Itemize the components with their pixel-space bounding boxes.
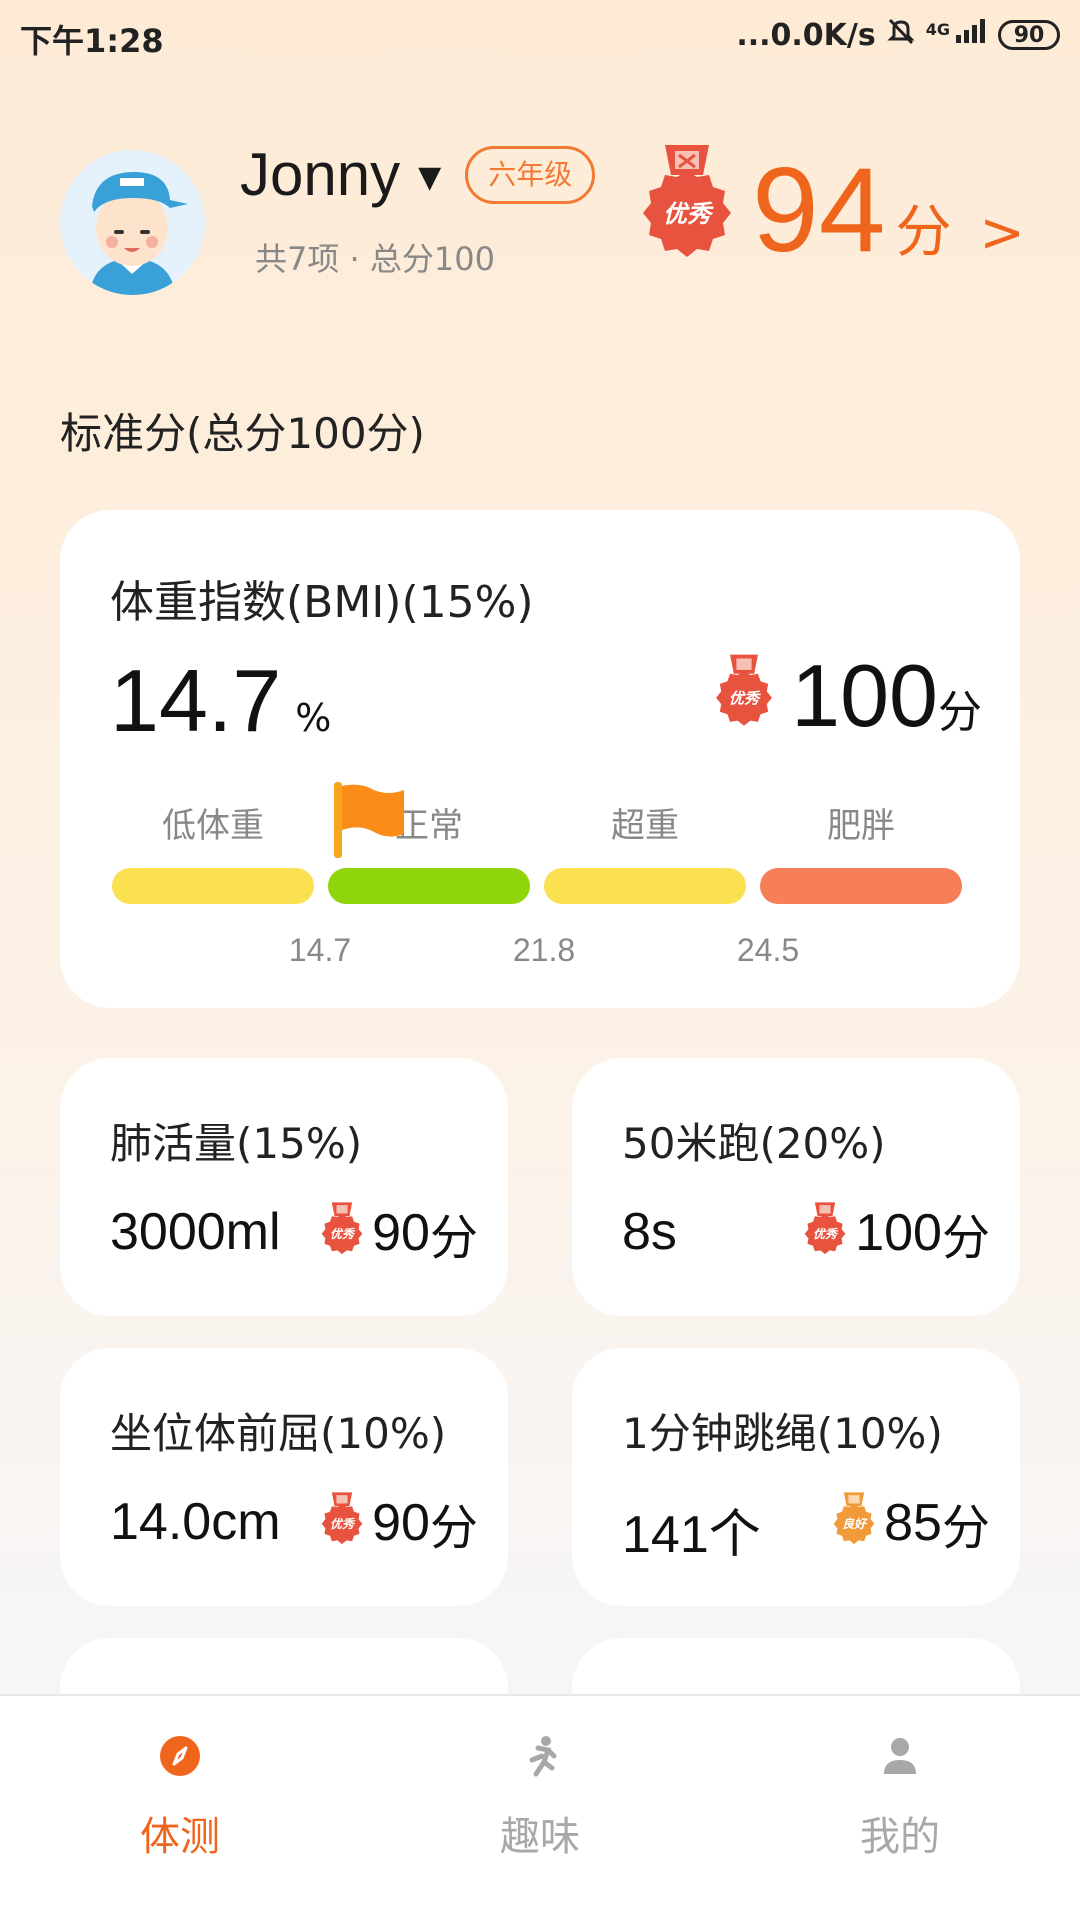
user-name[interactable]: Jonny [240,140,400,209]
scale-tick: 14.7 [288,932,352,968]
good-medal-icon: 良好 [830,1492,878,1554]
total-score[interactable]: 94 分 > [752,150,1025,270]
scale-bar-underweight [112,868,314,904]
item-value: 8s [622,1203,677,1261]
svg-text:良好: 良好 [842,1517,868,1531]
net-speed: ...0.0K/s [736,17,876,53]
item-score: 优秀 90 分 [318,1488,478,1558]
scale-bars [112,868,962,904]
item-score-unit: 分 [429,1210,478,1266]
excellent-medal-icon: 优秀 [318,1492,366,1554]
tab-fitness-test[interactable]: 体测 [90,1734,270,1862]
scale-tick: 21.8 [512,932,576,968]
item-card-lung-capacity[interactable]: 肺活量(15%) 3000ml 优秀 90 分 [60,1058,508,1316]
compass-icon [90,1734,270,1782]
user-summary: 共7项 · 总分100 [255,240,495,278]
battery-icon: 90 [998,20,1060,50]
tab-label: 我的 [860,1814,940,1860]
running-icon [450,1734,630,1782]
total-score-unit: 分 [895,200,952,265]
scale-bar-normal [328,868,530,904]
tab-label: 体测 [140,1814,220,1860]
tab-fun[interactable]: 趣味 [450,1734,630,1862]
avatar[interactable] [60,150,205,295]
svg-text:优秀: 优秀 [663,200,714,228]
excellent-medal-icon: 优秀 [635,145,739,273]
item-title: 50米跑(20%) [622,1119,886,1168]
bmi-score-value: 100 [791,646,938,745]
excellent-medal-icon: 优秀 [801,1202,849,1264]
item-score: 优秀 90 分 [318,1198,478,1268]
item-card-sit-and-reach[interactable]: 坐位体前屈(10%) 14.0cm 优秀 90 分 [60,1348,508,1606]
item-score-value: 90 [372,1494,430,1552]
scale-label-overweight: 超重 [611,806,679,846]
bmi-value-number: 14.7 [110,651,282,750]
bmi-score-unit: 分 [938,687,982,738]
svg-text:优秀: 优秀 [729,690,761,708]
item-value: 14.0cm [110,1493,281,1551]
caret-down-icon[interactable]: ▼ [418,160,441,195]
chevron-right-icon[interactable]: > [979,201,1024,264]
item-score-value: 90 [372,1204,430,1262]
bmi-card[interactable]: 体重指数(BMI)(15%) 14.7 % 优秀 100 分 低体重 正常 超重… [60,510,1020,1008]
bmi-value-unit: % [295,696,332,740]
bmi-title: 体重指数(BMI)(15%) [110,577,534,628]
item-value: 3000ml [110,1203,281,1261]
bottom-tab-bar: 体测 趣味 我的 [0,1694,1080,1920]
item-score-unit: 分 [429,1500,478,1556]
svg-text:优秀: 优秀 [330,1517,356,1531]
item-score-unit: 分 [941,1210,990,1266]
status-bar: 下午1:28 ...0.0K/s 4G 90 [0,0,1080,72]
grade-badge: 六年级 [465,145,596,204]
item-value: 141个 [622,1506,761,1564]
section-title: 标准分(总分100分) [60,409,425,458]
flag-icon [334,782,406,862]
scale-bar-obese [760,868,962,904]
mute-icon [886,16,916,54]
scale-label-underweight: 低体重 [162,806,264,846]
scale-ticks: 14.7 21.8 24.5 [112,932,942,972]
item-title: 1分钟跳绳(10%) [622,1409,943,1458]
svg-text:优秀: 优秀 [813,1227,839,1241]
tab-mine[interactable]: 我的 [810,1734,990,1862]
item-title: 肺活量(15%) [110,1119,363,1168]
scale-bar-overweight [544,868,746,904]
svg-text:优秀: 优秀 [330,1227,356,1241]
scale-label-obese: 肥胖 [827,806,895,846]
item-score-value: 85 [884,1494,942,1552]
status-icons: ...0.0K/s 4G 90 [736,16,1060,54]
item-score: 良好 85 分 [830,1488,990,1558]
excellent-medal-icon: 优秀 [711,654,777,738]
signal-icon [954,17,988,53]
item-score-unit: 分 [941,1500,990,1556]
status-time: 下午1:28 [20,22,164,60]
network-type: 4G [925,19,950,39]
bmi-score: 优秀 100 分 [711,645,982,747]
item-card-jump-rope[interactable]: 1分钟跳绳(10%) 141个 良好 85 分 [572,1348,1020,1606]
excellent-medal-icon: 优秀 [318,1202,366,1264]
item-title: 坐位体前屈(10%) [110,1409,447,1458]
scale-tick: 24.5 [736,932,800,968]
person-icon [810,1734,990,1782]
item-score: 优秀 100 分 [801,1198,990,1268]
user-name-row[interactable]: Jonny ▼ 六年级 [240,140,596,209]
item-score-value: 100 [855,1204,942,1262]
scale-labels: 低体重 正常 超重 肥胖 [112,798,942,848]
item-card-50m-run[interactable]: 50米跑(20%) 8s 优秀 100 分 [572,1058,1020,1316]
bmi-value: 14.7 % [110,650,331,752]
total-score-value: 94 [752,143,886,277]
tab-label: 趣味 [500,1814,580,1860]
